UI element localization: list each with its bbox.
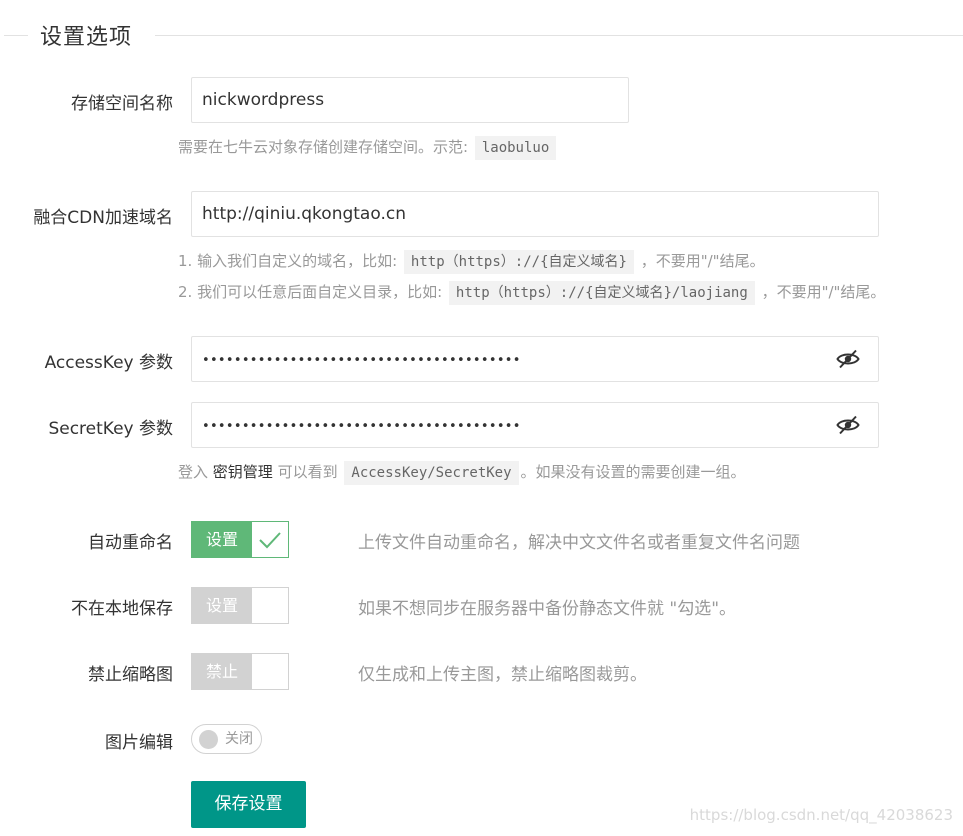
cdn-input[interactable] xyxy=(202,192,868,236)
check-icon xyxy=(259,532,281,549)
access-key-label: AccessKey 参数 xyxy=(44,353,173,373)
secret-key-help-middle: 可以看到 xyxy=(277,463,338,481)
bucket-input[interactable] xyxy=(202,78,618,122)
no-local-switch[interactable]: 设置 xyxy=(191,587,289,624)
auto-rename-switch[interactable]: 设置 xyxy=(191,521,289,558)
no-thumb-description: 仅生成和上传主图，禁止缩略图裁剪。 xyxy=(358,665,647,685)
secret-key-help-prefix: 登入 xyxy=(178,463,209,481)
no-local-label: 不在本地保存 xyxy=(71,599,173,619)
no-local-description: 如果不想同步在服务器中备份静态文件就 "勾选"。 xyxy=(358,599,737,619)
cdn-help-2: 2. 我们可以任意后面自定义目录，比如: http（https）://{自定义域… xyxy=(178,281,885,305)
no-local-switch-text: 设置 xyxy=(192,588,252,623)
bucket-help: 需要在七牛云对象存储创建存储空间。示范: laobuluo xyxy=(178,136,558,160)
cdn-help-2-suffix: ，不要用"/"结尾。 xyxy=(761,283,886,301)
secret-key-label: SecretKey 参数 xyxy=(48,419,173,439)
cdn-help-2-code: http（https）://{自定义域名}/laojiang xyxy=(448,281,755,305)
toggle-knob xyxy=(199,730,218,749)
cdn-input-box[interactable] xyxy=(191,191,879,237)
cdn-help-2-text: 2. 我们可以任意后面自定义目录，比如: xyxy=(178,283,443,301)
no-thumb-label: 禁止缩略图 xyxy=(88,665,173,685)
eye-slash-icon[interactable] xyxy=(836,349,860,369)
secret-key-input[interactable]: •••••••••••••••••••••••••••••••••••••••• xyxy=(202,419,521,434)
image-edit-toggle-text: 关闭 xyxy=(225,731,253,747)
access-key-input-box[interactable]: •••••••••••••••••••••••••••••••••••••••• xyxy=(191,336,879,382)
image-edit-label: 图片编辑 xyxy=(105,733,173,753)
auto-rename-description: 上传文件自动重命名，解决中文文件名或者重复文件名问题 xyxy=(358,533,800,553)
secret-key-help-suffix: 。如果没有设置的需要创建一组。 xyxy=(520,463,746,481)
key-management-link[interactable]: 密钥管理 xyxy=(213,463,273,481)
cdn-help-1-code: http（https）://{自定义域名} xyxy=(403,250,634,274)
legend-line-left xyxy=(4,35,28,36)
no-thumb-switch[interactable]: 禁止 xyxy=(191,653,289,690)
access-key-input[interactable]: •••••••••••••••••••••••••••••••••••••••• xyxy=(202,353,521,368)
cdn-help-1-text: 1. 输入我们自定义的域名，比如: xyxy=(178,252,398,270)
legend-line-right xyxy=(155,35,963,36)
auto-rename-switch-text: 设置 xyxy=(192,522,252,557)
fieldset-title: 设置选项 xyxy=(40,25,133,50)
cdn-label: 融合CDN加速域名 xyxy=(33,208,173,228)
image-edit-toggle[interactable]: 关闭 xyxy=(191,724,262,754)
secret-key-help-code: AccessKey/SecretKey xyxy=(344,461,519,485)
secret-key-input-box[interactable]: •••••••••••••••••••••••••••••••••••••••• xyxy=(191,402,879,448)
bucket-help-text: 需要在七牛云对象存储创建存储空间。示范: xyxy=(178,138,469,156)
bucket-label: 存储空间名称 xyxy=(71,94,173,114)
cdn-help-1-suffix: ，不要用"/"结尾。 xyxy=(640,252,765,270)
watermark: https://blog.csdn.net/qq_42038623 xyxy=(689,806,953,824)
secret-key-help: 登入 密钥管理 可以看到 AccessKey/SecretKey 。如果没有设置的… xyxy=(178,461,746,485)
save-button[interactable]: 保存设置 xyxy=(191,781,306,828)
auto-rename-label: 自动重命名 xyxy=(88,533,173,553)
bucket-help-code: laobuluo xyxy=(474,136,557,160)
bucket-input-box[interactable] xyxy=(191,77,629,123)
cdn-help-1: 1. 输入我们自定义的域名，比如: http（https）://{自定义域名} … xyxy=(178,250,765,274)
eye-slash-icon[interactable] xyxy=(836,415,860,435)
no-thumb-switch-text: 禁止 xyxy=(192,654,252,689)
